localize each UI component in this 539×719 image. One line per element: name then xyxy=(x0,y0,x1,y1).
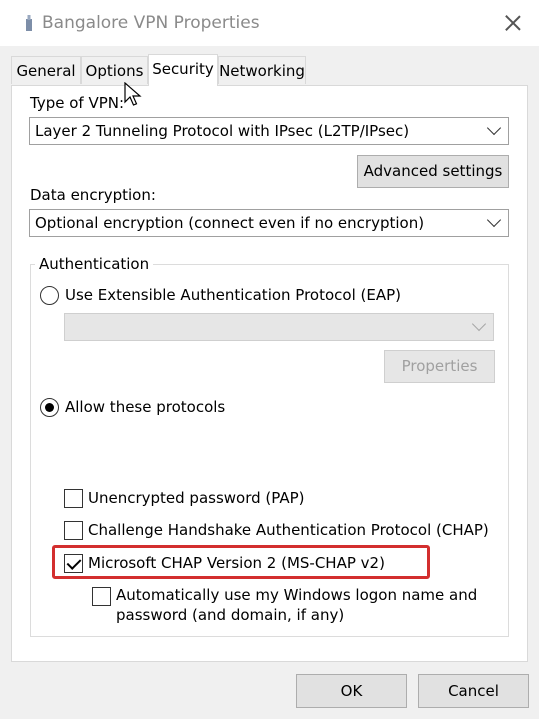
tab-networking[interactable]: Networking xyxy=(218,56,306,84)
eap-label[interactable]: Use Extensible Authentication Protocol (… xyxy=(65,286,401,304)
eap-properties-button: Properties xyxy=(384,350,495,383)
mouse-cursor-icon xyxy=(124,82,142,106)
chap-label[interactable]: Challenge Handshake Authentication Proto… xyxy=(88,521,489,539)
chevron-down-icon xyxy=(471,316,487,332)
chevron-down-icon xyxy=(486,212,502,228)
allow-protocols-label[interactable]: Allow these protocols xyxy=(65,398,225,416)
ok-button[interactable]: OK xyxy=(296,674,407,708)
eap-method-select xyxy=(64,313,494,341)
encryption-label: Data encryption: xyxy=(30,186,156,204)
pap-checkbox[interactable] xyxy=(64,489,83,508)
tab-general[interactable]: General xyxy=(11,56,81,84)
authentication-group-label: Authentication xyxy=(35,255,154,273)
tab-options[interactable]: Options xyxy=(81,56,148,84)
auto-logon-label-line1[interactable]: Automatically use my Windows logon name … xyxy=(116,586,477,604)
chap-checkbox[interactable] xyxy=(64,521,83,540)
eap-radio[interactable] xyxy=(40,286,59,305)
radio-selected-dot xyxy=(45,403,54,412)
vpn-type-label: Type of VPN: xyxy=(30,94,125,112)
pap-label[interactable]: Unencrypted password (PAP) xyxy=(88,489,305,507)
auto-logon-checkbox[interactable] xyxy=(92,587,111,606)
vpn-type-value: Layer 2 Tunneling Protocol with IPsec (L… xyxy=(35,122,410,140)
advanced-settings-button[interactable]: Advanced settings xyxy=(357,155,509,188)
highlight-box xyxy=(52,545,430,579)
allow-protocols-radio[interactable] xyxy=(40,398,59,417)
window-title: Bangalore VPN Properties xyxy=(42,13,260,33)
encryption-value: Optional encryption (connect even if no … xyxy=(35,214,425,232)
tab-security[interactable]: Security xyxy=(148,54,218,86)
vpn-type-select[interactable]: Layer 2 Tunneling Protocol with IPsec (L… xyxy=(29,117,509,145)
close-icon[interactable] xyxy=(496,6,530,40)
encryption-select[interactable]: Optional encryption (connect even if no … xyxy=(29,209,509,237)
chevron-down-icon xyxy=(486,120,502,136)
cancel-button[interactable]: Cancel xyxy=(418,674,529,708)
vpn-icon xyxy=(26,15,32,31)
auto-logon-label-line2[interactable]: password (and domain, if any) xyxy=(116,606,344,624)
